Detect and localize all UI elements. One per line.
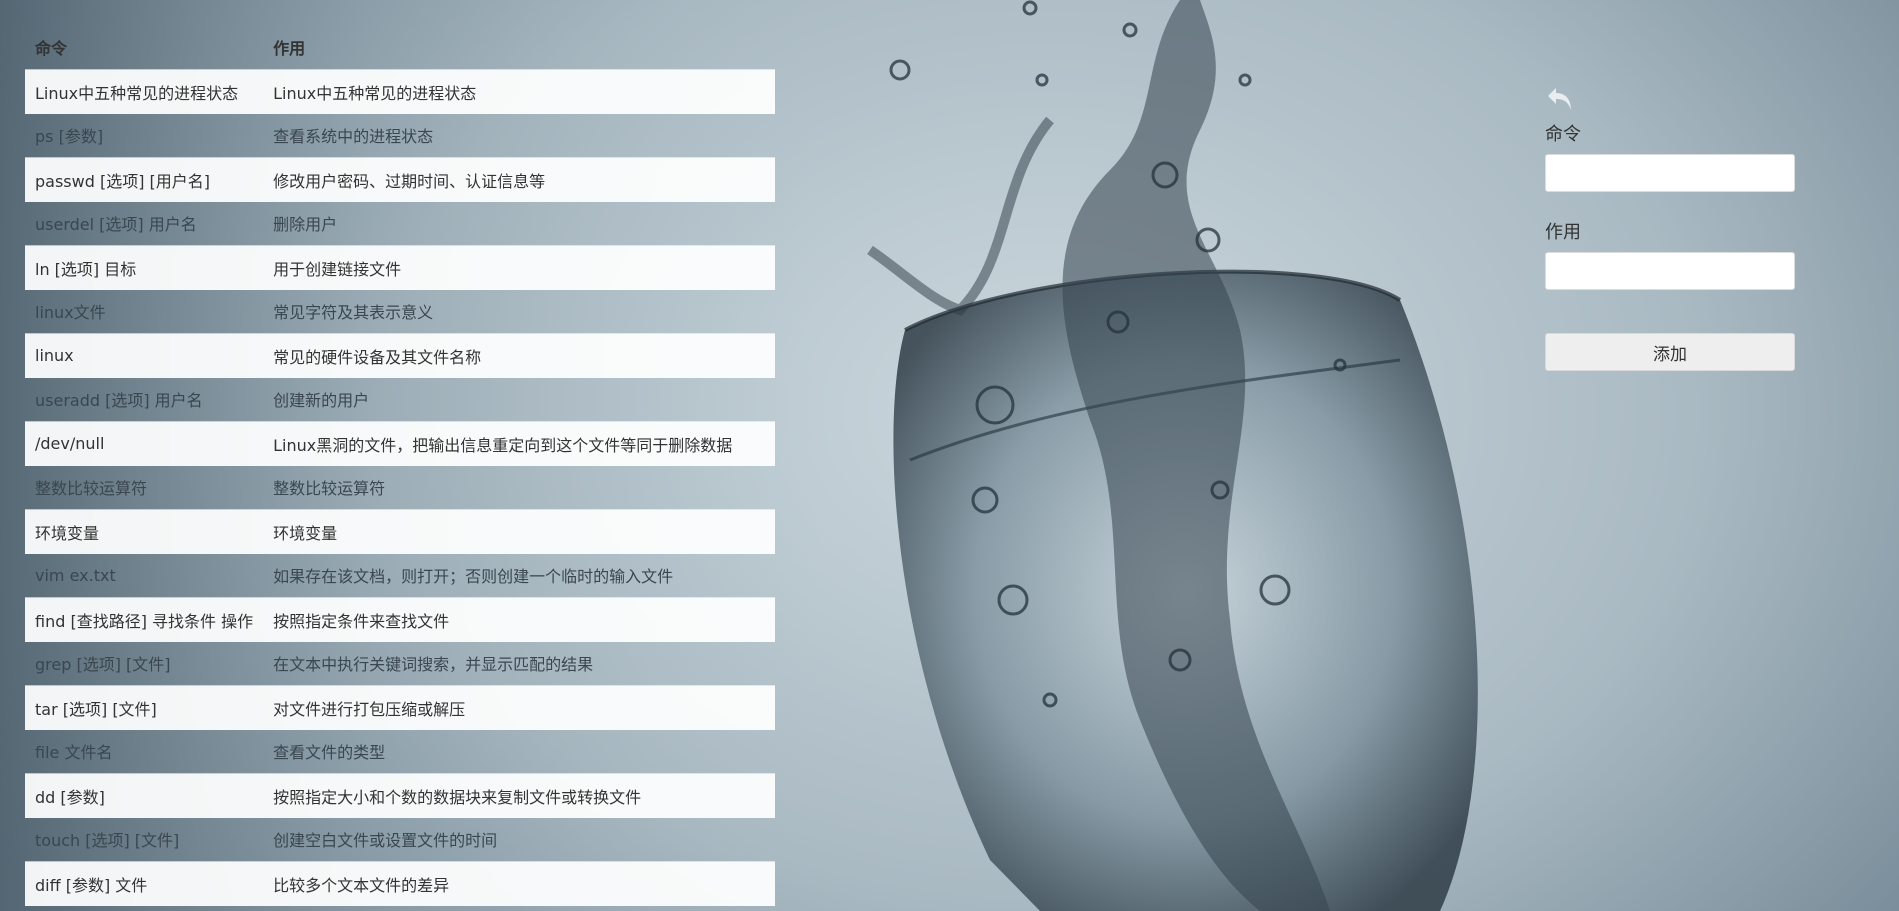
usage-cell: 按照指定条件来查找文件 xyxy=(263,597,775,642)
commands-table: 命令 作用 Linux中五种常见的进程状态 Linux中五种常见的进程状态 ps … xyxy=(25,24,775,906)
command-cell: vim ex.txt xyxy=(35,565,116,585)
usage-cell: 如果存在该文档，则打开；否则创建一个临时的输入文件 xyxy=(273,567,674,587)
usage-cell: 整数比较运算符 xyxy=(273,479,386,499)
table-row[interactable]: tar [选项] [文件] 对文件进行打包压缩或解压 xyxy=(25,685,775,730)
command-cell: /dev/null xyxy=(25,421,264,466)
usage-cell: Linux黑洞的文件，把输出信息重定向到这个文件等同于删除数据 xyxy=(263,421,775,466)
command-cell: linux xyxy=(25,333,264,378)
usage-cell: 常见的硬件设备及其文件名称 xyxy=(263,333,775,378)
table-row[interactable]: passwd [选项] [用户名] 修改用户密码、过期时间、认证信息等 xyxy=(25,157,775,202)
command-cell: useradd [选项] 用户名 xyxy=(35,391,203,411)
table-row[interactable]: Linux中五种常见的进程状态 Linux中五种常见的进程状态 xyxy=(25,69,775,114)
table-row[interactable]: 环境变量 环境变量 xyxy=(25,509,775,554)
command-cell: file 文件名 xyxy=(35,743,113,763)
command-cell: userdel [选项] 用户名 xyxy=(35,215,197,235)
command-cell: 整数比较运算符 xyxy=(35,479,148,499)
usage-label: 作用 xyxy=(1545,222,1581,243)
command-cell: 环境变量 xyxy=(25,509,264,554)
table-row[interactable]: useradd [选项] 用户名 创建新的用户 xyxy=(25,378,775,422)
command-cell: dd [参数] xyxy=(25,773,264,818)
usage-cell: 创建新的用户 xyxy=(273,391,370,411)
command-cell: linux文件 xyxy=(35,303,106,323)
usage-cell: Linux中五种常见的进程状态 xyxy=(263,69,775,114)
usage-cell: 对文件进行打包压缩或解压 xyxy=(263,685,775,730)
usage-cell: 修改用户密码、过期时间、认证信息等 xyxy=(263,157,775,202)
usage-cell: 按照指定大小和个数的数据块来复制文件或转换文件 xyxy=(263,773,775,818)
command-label: 命令 xyxy=(1545,124,1581,145)
table-row[interactable]: file 文件名 查看文件的类型 xyxy=(25,730,775,774)
table-row[interactable]: vim ex.txt 如果存在该文档，则打开；否则创建一个临时的输入文件 xyxy=(25,554,775,598)
table-row[interactable]: 整数比较运算符 整数比较运算符 xyxy=(25,466,775,510)
command-cell: grep [选项] [文件] xyxy=(35,655,171,675)
header-usage: 作用 xyxy=(273,38,306,58)
command-cell: diff [参数] 文件 xyxy=(25,861,264,906)
usage-cell: 环境变量 xyxy=(263,509,775,554)
usage-cell: 创建空白文件或设置文件的时间 xyxy=(273,831,498,851)
usage-cell: 比较多个文本文件的差异 xyxy=(263,861,775,906)
command-cell: Linux中五种常见的进程状态 xyxy=(25,69,264,114)
command-input[interactable] xyxy=(1545,154,1795,192)
undo-arrow-icon[interactable] xyxy=(1545,84,1575,114)
command-cell: ln [选项] 目标 xyxy=(25,245,264,290)
table-row[interactable]: userdel [选项] 用户名 删除用户 xyxy=(25,202,775,246)
usage-input[interactable] xyxy=(1545,252,1795,290)
usage-cell: 在文本中执行关键词搜索，并显示匹配的结果 xyxy=(273,655,594,675)
table-row[interactable]: linux 常见的硬件设备及其文件名称 xyxy=(25,333,775,378)
table-row[interactable]: diff [参数] 文件 比较多个文本文件的差异 xyxy=(25,861,775,906)
command-cell: ps [参数] xyxy=(35,127,104,147)
table-row[interactable]: linux文件 常见字符及其表示意义 xyxy=(25,290,775,334)
table-row[interactable]: /dev/null Linux黑洞的文件，把输出信息重定向到这个文件等同于删除数据 xyxy=(25,421,775,466)
table-row[interactable]: touch [选项] [文件] 创建空白文件或设置文件的时间 xyxy=(25,818,775,862)
command-cell: find [查找路径] 寻找条件 操作 xyxy=(25,597,264,642)
table-header-row: 命令 作用 xyxy=(25,24,775,70)
table-row[interactable]: find [查找路径] 寻找条件 操作 按照指定条件来查找文件 xyxy=(25,597,775,642)
table-row[interactable]: dd [参数] 按照指定大小和个数的数据块来复制文件或转换文件 xyxy=(25,773,775,818)
header-command: 命令 xyxy=(35,38,68,58)
usage-cell: 删除用户 xyxy=(273,215,338,235)
command-cell: touch [选项] [文件] xyxy=(35,831,180,851)
table-row[interactable]: ln [选项] 目标 用于创建链接文件 xyxy=(25,245,775,290)
command-cell: passwd [选项] [用户名] xyxy=(25,157,264,202)
command-cell: tar [选项] [文件] xyxy=(25,685,264,730)
usage-cell: 用于创建链接文件 xyxy=(263,245,775,290)
usage-cell: 常见字符及其表示意义 xyxy=(273,303,434,323)
usage-cell: 查看文件的类型 xyxy=(273,743,386,763)
add-button[interactable]: 添加 xyxy=(1545,333,1795,371)
commands-table-container: 命令 作用 Linux中五种常见的进程状态 Linux中五种常见的进程状态 ps … xyxy=(25,24,775,906)
usage-cell: 查看系统中的进程状态 xyxy=(273,127,434,147)
add-command-form: 命令 作用 添加 xyxy=(1545,84,1795,371)
table-row[interactable]: grep [选项] [文件] 在文本中执行关键词搜索，并显示匹配的结果 xyxy=(25,642,775,686)
table-row[interactable]: ps [参数] 查看系统中的进程状态 xyxy=(25,114,775,158)
